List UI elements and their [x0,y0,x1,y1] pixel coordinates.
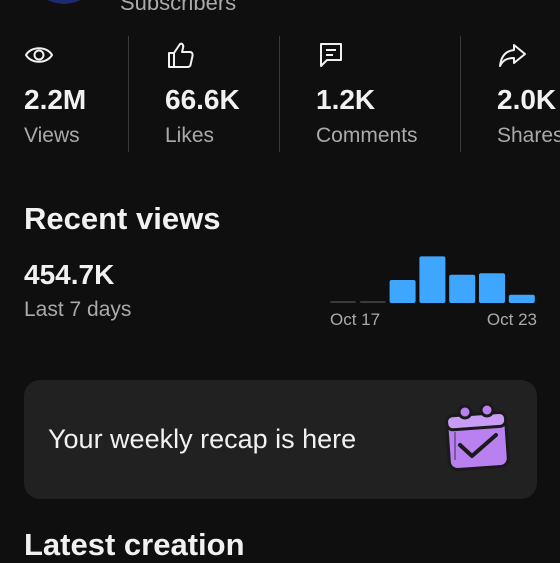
stat-value: 1.2K [316,84,376,115]
stat-divider [128,36,129,152]
share-icon [499,44,526,67]
stat-label: Shares [497,124,560,147]
weekly-recap-text: Your weekly recap is here [48,424,357,454]
stat-label: Views [24,124,80,147]
stat-label: Likes [165,124,215,147]
x-tick-label: Oct 17 [330,310,380,329]
stat-divider [460,36,461,152]
recent-views-value: 454.7K [24,259,115,290]
subscribers-label: Subscribers [120,0,237,15]
thumbs-up-icon [168,42,194,68]
recent-views-chart[interactable]: Oct 17 Oct 23 [325,248,540,334]
x-tick-label: Oct 23 [487,310,537,329]
recent-views-title: Recent views [24,201,221,236]
latest-creation-title: Latest creation [24,527,245,562]
stat-value: 2.2M [24,84,87,115]
chart-bar-oct-23 [508,294,535,303]
stat-value: 66.6K [165,84,240,115]
comment-icon [320,43,342,67]
recent-views-period: Last 7 days [24,298,132,321]
eye-icon [24,47,54,63]
weekly-recap-card[interactable]: Your weekly recap is here [24,380,537,499]
stat-label: Comments [316,124,418,147]
chart-bar-oct-18 [359,301,386,303]
chart-bar-oct-21 [449,274,476,303]
stats-row: 2.2M Views 66.6K Likes 1.2K Comments 2.0… [0,36,560,152]
stat-divider [279,36,280,152]
calendar-check-icon [445,402,510,471]
chart-bar-oct-22 [479,273,505,303]
chart-bar-oct-19 [389,280,416,303]
chart-bar-oct-17 [330,301,356,303]
stat-value: 2.0K [497,84,557,115]
chart-bar-oct-20 [419,256,446,303]
avatar[interactable] [28,0,100,4]
